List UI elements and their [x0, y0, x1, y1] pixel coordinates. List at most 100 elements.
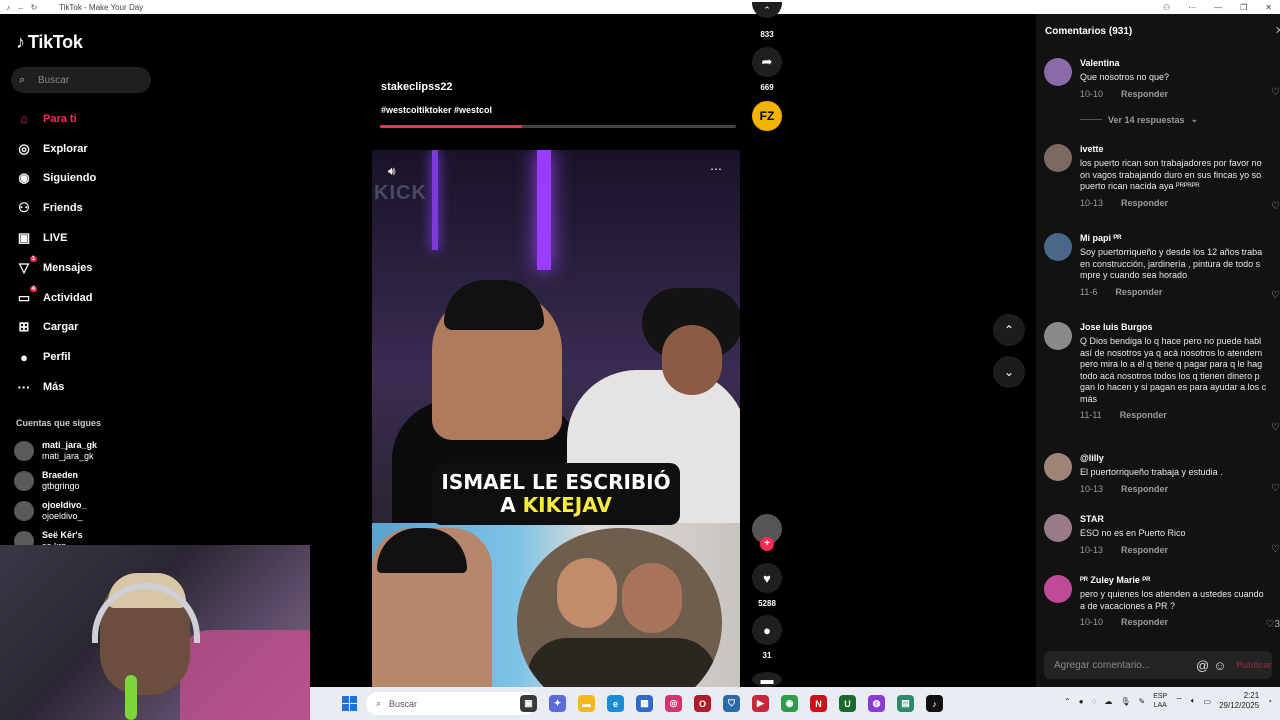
video-more-icon[interactable]: ⋯	[710, 162, 722, 176]
sidebar-search[interactable]: ⌕	[11, 67, 151, 93]
avatar[interactable]	[1044, 233, 1072, 261]
comment-like-heart-icon[interactable]: ♡	[1271, 422, 1280, 433]
video-player[interactable]: KICK ISMAEL LE ESCRIBIÓ A KIKEJAV 🔊︎ ⋯	[372, 150, 740, 688]
clock[interactable]: 2:21 29/12/2025	[1219, 691, 1259, 711]
avatar[interactable]	[1044, 575, 1072, 603]
notifications-icon[interactable]: ◔	[1267, 697, 1272, 706]
volume-icon[interactable]: 🔈︎	[1191, 696, 1196, 706]
comment-like-heart-icon[interactable]: ♡3	[1265, 619, 1280, 630]
upwork-icon[interactable]: U	[839, 695, 856, 712]
nav-item-actividad[interactable]: ▭ 4 Actividad	[14, 283, 96, 313]
comment-author[interactable]: Mi papi ᴾᴿ	[1080, 233, 1280, 244]
reply-button[interactable]: Responder	[1121, 484, 1168, 494]
app-circle-icon[interactable]: ◍	[868, 695, 885, 712]
avatar[interactable]	[1044, 514, 1072, 542]
video-username[interactable]: stakeclipss22	[381, 81, 453, 93]
windows-start-icon[interactable]	[342, 696, 357, 711]
comment-author[interactable]: Jose luis Burgos	[1080, 322, 1280, 333]
share-icon[interactable]: ➦	[752, 47, 782, 77]
next-video-chevron-down-icon[interactable]: ⌄	[993, 356, 1025, 388]
chrome-icon[interactable]: ◉	[781, 695, 798, 712]
edge-icon[interactable]: e	[607, 695, 624, 712]
following-item[interactable]: mati_jara_gk mati_jara_gk	[14, 436, 97, 466]
avatar[interactable]	[1044, 144, 1072, 172]
bookmark-icon[interactable]: ⌃	[752, 2, 782, 18]
video-hashtags[interactable]: #westcoltiktoker #westcol	[381, 105, 492, 115]
copilot-icon[interactable]: ✦	[549, 695, 566, 712]
video-progress-bar[interactable]	[380, 125, 736, 128]
close-window-icon[interactable]: ✕	[1265, 3, 1272, 12]
reply-button[interactable]: Responder	[1115, 287, 1162, 297]
comment-author[interactable]: ᴾᴿ Zuley Marie ᴾᴿ	[1080, 575, 1280, 586]
cloud-icon[interactable]: ☁	[1104, 697, 1112, 706]
back-arrow-icon[interactable]: ←	[16, 3, 26, 12]
nav-item-cargar[interactable]: ⊞ Cargar	[14, 313, 96, 343]
minimize-icon[interactable]: —	[1214, 3, 1222, 12]
comment-like-heart-icon[interactable]: ♡	[1271, 201, 1280, 212]
post-button[interactable]: Publicar	[1236, 660, 1272, 670]
tray-app-icon[interactable]: ●	[1079, 697, 1084, 706]
reply-button[interactable]: Responder	[1121, 89, 1168, 99]
pen-icon[interactable]: ✎	[1138, 697, 1145, 706]
avatar[interactable]	[1044, 58, 1072, 86]
terminal-icon[interactable]: ▤	[897, 695, 914, 712]
comment-author[interactable]: Valentina	[1080, 58, 1280, 69]
following-item[interactable]: ojoeldivo_ ojoeldivo_	[14, 496, 97, 526]
chevron-up-icon[interactable]: ⌃	[1064, 697, 1071, 706]
avatar[interactable]	[1044, 322, 1072, 350]
comment-author[interactable]: @lilly	[1080, 453, 1280, 464]
wifi-icon[interactable]: ⌔	[1175, 696, 1183, 706]
battery-icon[interactable]: ▭	[1204, 697, 1212, 706]
close-icon[interactable]: ✕	[1275, 24, 1280, 37]
nav-item-para-ti[interactable]: ⌂ Para ti	[14, 104, 96, 134]
comment-author[interactable]: STAR	[1080, 514, 1280, 525]
file-explorer-icon[interactable]: ▬	[578, 695, 595, 712]
reply-button[interactable]: Responder	[1120, 410, 1167, 420]
tiktok-app-icon[interactable]: ♪	[926, 695, 943, 712]
tiktok-logo[interactable]: ♪ TikTok	[16, 32, 83, 53]
tray-app-icon[interactable]: ◌	[1092, 697, 1097, 706]
previous-video-chevron-up-icon[interactable]: ⌃	[993, 314, 1025, 346]
comment-input-box[interactable]: @ ☺ Publicar	[1044, 651, 1272, 679]
reload-icon[interactable]: ↻	[29, 3, 39, 12]
avatar[interactable]	[1044, 453, 1072, 481]
heart-icon[interactable]: ♥	[752, 563, 782, 593]
emoji-icon[interactable]: ☺	[1213, 658, 1226, 673]
media-app-icon[interactable]: ▶	[752, 695, 769, 712]
nav-item-mas[interactable]: ··· Más	[14, 372, 96, 402]
menu-dots-icon[interactable]: ⋯	[1188, 3, 1196, 12]
nav-item-perfil[interactable]: ● Perfil	[14, 342, 96, 372]
restore-icon[interactable]: ❐	[1240, 3, 1247, 12]
following-item[interactable]: Braeden gtbgringo	[14, 466, 97, 496]
extensions-icon[interactable]: ⚇	[1163, 3, 1170, 12]
creator-badge-avatar[interactable]: FZ	[752, 101, 782, 131]
language-indicator[interactable]: ESP LAA	[1153, 692, 1167, 710]
netflix-icon[interactable]: N	[810, 695, 827, 712]
search-input[interactable]	[38, 74, 138, 86]
follow-plus-icon[interactable]: +	[760, 537, 774, 551]
comment-icon[interactable]: ●	[752, 615, 782, 645]
microphone-icon[interactable]: 🎙︎	[1120, 697, 1130, 706]
nav-item-siguiendo[interactable]: ◉ Siguiendo	[14, 164, 96, 194]
reply-button[interactable]: Responder	[1121, 545, 1168, 555]
comment-like-heart-icon[interactable]: ♡	[1271, 290, 1280, 301]
nav-item-live[interactable]: ▣ LIVE	[14, 223, 96, 253]
comment-like-heart-icon[interactable]: ♡	[1271, 87, 1280, 98]
task-view-icon[interactable]: ▣	[520, 695, 537, 712]
nav-item-explorar[interactable]: ◎ Explorar	[14, 134, 96, 164]
comment-author[interactable]: ivette	[1080, 144, 1280, 155]
comment-input[interactable]	[1054, 659, 1192, 671]
volume-icon[interactable]: 🔊︎	[388, 164, 396, 179]
bookmark-icon-bottom[interactable]: ▬	[752, 672, 782, 687]
comment-like-heart-icon[interactable]: ♡	[1271, 483, 1280, 494]
instagram-icon[interactable]: ◎	[665, 695, 682, 712]
taskbar-search[interactable]: ⌕ Buscar	[366, 692, 536, 715]
comment-like-heart-icon[interactable]: ♡	[1271, 544, 1280, 555]
opera-icon[interactable]: O	[694, 695, 711, 712]
mention-icon[interactable]: @	[1196, 658, 1209, 673]
view-replies-button[interactable]: Ver 14 respuestas ⌄	[1080, 114, 1198, 125]
shield-icon[interactable]: ⛉	[723, 695, 740, 712]
nav-item-mensajes[interactable]: ▽ 1 Mensajes	[14, 253, 96, 283]
nav-item-friends[interactable]: ⚇ Friends	[14, 193, 96, 223]
reply-button[interactable]: Responder	[1121, 198, 1168, 208]
